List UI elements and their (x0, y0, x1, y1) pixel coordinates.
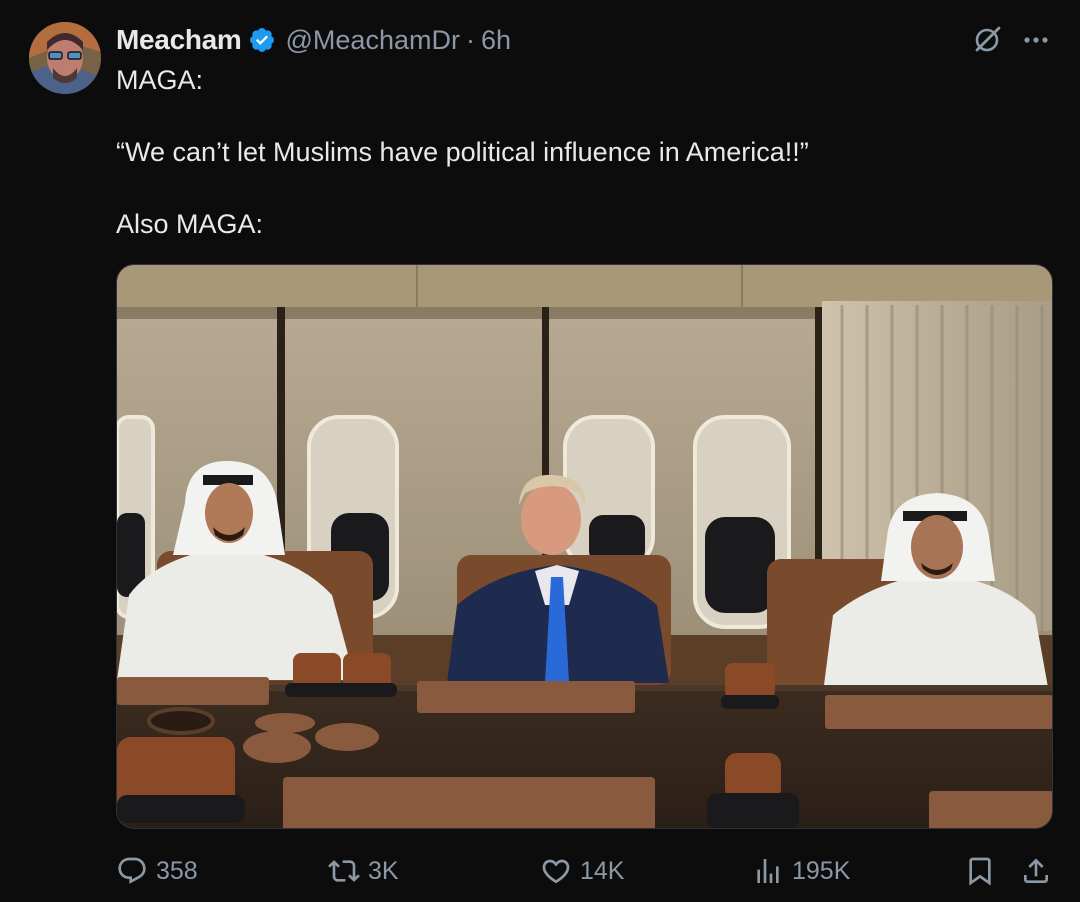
views-icon (757, 859, 779, 883)
repost-count: 3K (368, 856, 399, 885)
grok-icon[interactable] (970, 22, 1004, 56)
reply-count: 358 (156, 856, 198, 885)
bookmark-button[interactable] (964, 848, 996, 894)
verified-badge-icon (248, 26, 276, 54)
tweet-text-line-3: Also MAGA: (116, 209, 264, 239)
share-button[interactable] (1020, 848, 1052, 894)
view-count: 195K (792, 856, 851, 885)
share-icon (1024, 858, 1048, 883)
tweet-photo[interactable] (116, 264, 1053, 829)
display-name[interactable]: Meacham (116, 24, 242, 56)
timestamp[interactable]: 6h (481, 25, 511, 56)
views-button[interactable]: 195K (752, 848, 850, 894)
action-bar: 358 3K 14K 195K (116, 848, 1056, 894)
more-icon[interactable] (1020, 26, 1052, 54)
handle[interactable]: @MeachamDr (286, 25, 460, 56)
tweet[interactable]: Meacham @MeachamDr · 6h MAGA: “We can’t … (0, 0, 1080, 902)
tweet-header: Meacham @MeachamDr · 6h (116, 22, 511, 58)
like-button[interactable]: 14K (540, 848, 624, 894)
separator-dot: · (465, 24, 475, 55)
avatar-image (29, 22, 101, 94)
tweet-text-line-1: MAGA: (116, 65, 204, 95)
heart-icon (542, 859, 570, 884)
like-count: 14K (580, 856, 625, 885)
tweet-text-line-2: “We can’t let Muslims have political inf… (116, 137, 809, 167)
bookmark-icon (969, 857, 991, 886)
photo-illustration (117, 265, 1052, 828)
reply-button[interactable]: 358 (116, 848, 198, 894)
repost-icon (328, 860, 360, 882)
avatar[interactable] (29, 22, 101, 94)
reply-icon (118, 857, 146, 884)
repost-button[interactable]: 3K (328, 848, 399, 894)
